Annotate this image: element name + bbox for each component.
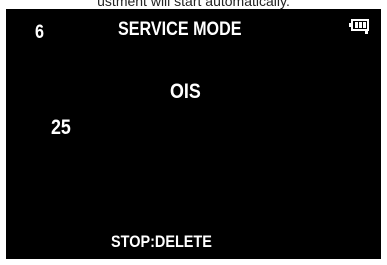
top-counter: 6 bbox=[35, 22, 44, 43]
progress-counter: 25 bbox=[51, 116, 71, 139]
caption-text: ustment will start automatically. bbox=[97, 0, 290, 9]
ois-label: OIS bbox=[170, 80, 201, 103]
stop-delete-hint: STOP:DELETE bbox=[111, 232, 212, 251]
battery-icon bbox=[349, 19, 371, 35]
mode-title: SERVICE MODE bbox=[118, 19, 242, 40]
camera-display: 6 SERVICE MODE OIS 25 STOP:DELETE bbox=[6, 9, 381, 259]
